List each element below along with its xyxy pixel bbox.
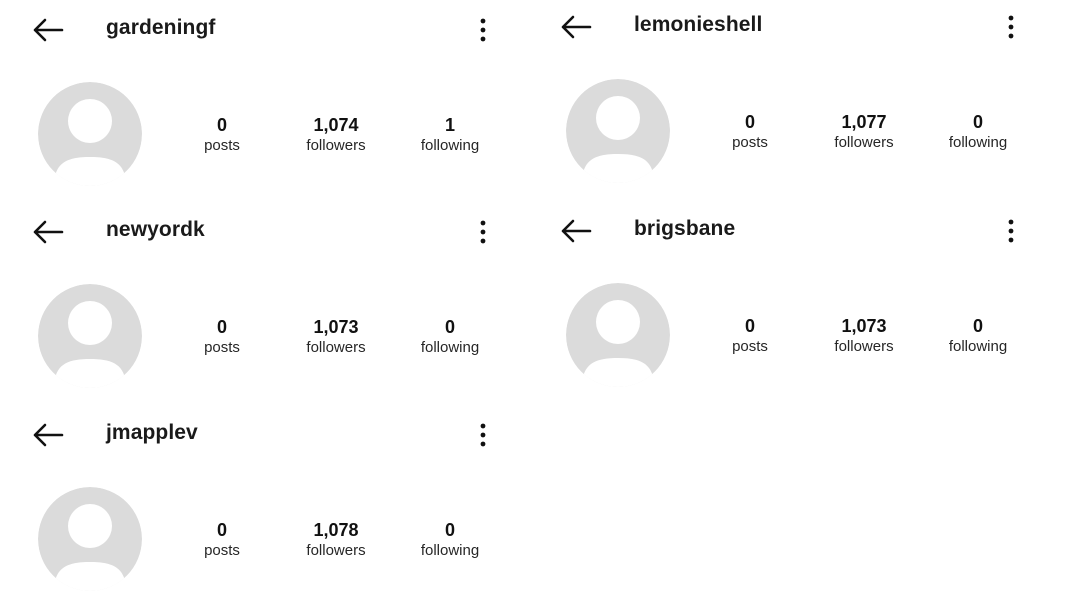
followers-label: followers — [834, 134, 894, 151]
profile-username: jmapplev — [106, 421, 198, 444]
more-options-icon[interactable] — [998, 11, 1024, 43]
following-number: 0 — [444, 520, 455, 540]
following-label: following — [420, 137, 480, 154]
posts-number: 0 — [216, 115, 227, 135]
following-label: following — [420, 542, 480, 559]
followers-number: 1,077 — [841, 112, 887, 132]
posts-count[interactable]: 0 posts — [695, 111, 805, 153]
following-number: 0 — [972, 316, 983, 336]
following-number: 0 — [972, 112, 983, 132]
back-arrow-icon[interactable] — [30, 419, 66, 451]
back-arrow-icon[interactable] — [30, 14, 66, 46]
followers-count[interactable]: 1,074 followers — [281, 114, 391, 156]
profile-card-newyordk: newyordk 0 posts 1,073 followers 0 follo… — [0, 202, 520, 402]
following-label: following — [420, 339, 480, 356]
posts-label: posts — [204, 339, 240, 356]
following-number: 1 — [444, 115, 455, 135]
posts-count[interactable]: 0 posts — [167, 114, 277, 156]
followers-number: 1,074 — [313, 115, 359, 135]
avatar[interactable] — [566, 79, 670, 183]
following-label: following — [948, 134, 1008, 151]
profile-card-gardeningf: gardeningf 0 posts 1,074 followers 1 fol… — [0, 0, 520, 200]
profile-card-jmapplev: jmapplev 0 posts 1,078 followers 0 follo… — [0, 405, 520, 605]
followers-label: followers — [834, 338, 894, 355]
back-arrow-icon[interactable] — [30, 216, 66, 248]
followers-label: followers — [306, 542, 366, 559]
followers-label: followers — [306, 137, 366, 154]
profile-card-lemonieshell: lemonieshell 0 posts 1,077 followers 0 f… — [528, 0, 1048, 197]
avatar[interactable] — [38, 82, 142, 186]
followers-count[interactable]: 1,073 followers — [281, 316, 391, 358]
following-label: following — [948, 338, 1008, 355]
avatar[interactable] — [38, 284, 142, 388]
posts-count[interactable]: 0 posts — [695, 315, 805, 357]
posts-count[interactable]: 0 posts — [167, 519, 277, 561]
back-arrow-icon[interactable] — [558, 11, 594, 43]
avatar[interactable] — [566, 283, 670, 387]
profile-username: lemonieshell — [634, 13, 763, 36]
profile-username: gardeningf — [106, 16, 216, 39]
following-count[interactable]: 1 following — [395, 114, 505, 156]
posts-label: posts — [732, 338, 768, 355]
followers-label: followers — [306, 339, 366, 356]
followers-count[interactable]: 1,078 followers — [281, 519, 391, 561]
posts-label: posts — [204, 542, 240, 559]
avatar[interactable] — [38, 487, 142, 591]
posts-count[interactable]: 0 posts — [167, 316, 277, 358]
profile-card-brigsbane: brigsbane 0 posts 1,073 followers 0 foll… — [528, 201, 1048, 401]
following-count[interactable]: 0 following — [395, 316, 505, 358]
more-options-icon[interactable] — [470, 216, 496, 248]
posts-number: 0 — [216, 317, 227, 337]
posts-number: 0 — [216, 520, 227, 540]
following-count[interactable]: 0 following — [395, 519, 505, 561]
posts-label: posts — [204, 137, 240, 154]
followers-number: 1,073 — [313, 317, 359, 337]
following-count[interactable]: 0 following — [923, 111, 1033, 153]
followers-count[interactable]: 1,077 followers — [809, 111, 919, 153]
following-number: 0 — [444, 317, 455, 337]
posts-label: posts — [732, 134, 768, 151]
profile-username: brigsbane — [634, 217, 736, 240]
back-arrow-icon[interactable] — [558, 215, 594, 247]
more-options-icon[interactable] — [470, 419, 496, 451]
posts-number: 0 — [744, 316, 755, 336]
more-options-icon[interactable] — [998, 215, 1024, 247]
profile-username: newyordk — [106, 218, 205, 241]
followers-count[interactable]: 1,073 followers — [809, 315, 919, 357]
followers-number: 1,078 — [313, 520, 359, 540]
following-count[interactable]: 0 following — [923, 315, 1033, 357]
posts-number: 0 — [744, 112, 755, 132]
followers-number: 1,073 — [841, 316, 887, 336]
more-options-icon[interactable] — [470, 14, 496, 46]
